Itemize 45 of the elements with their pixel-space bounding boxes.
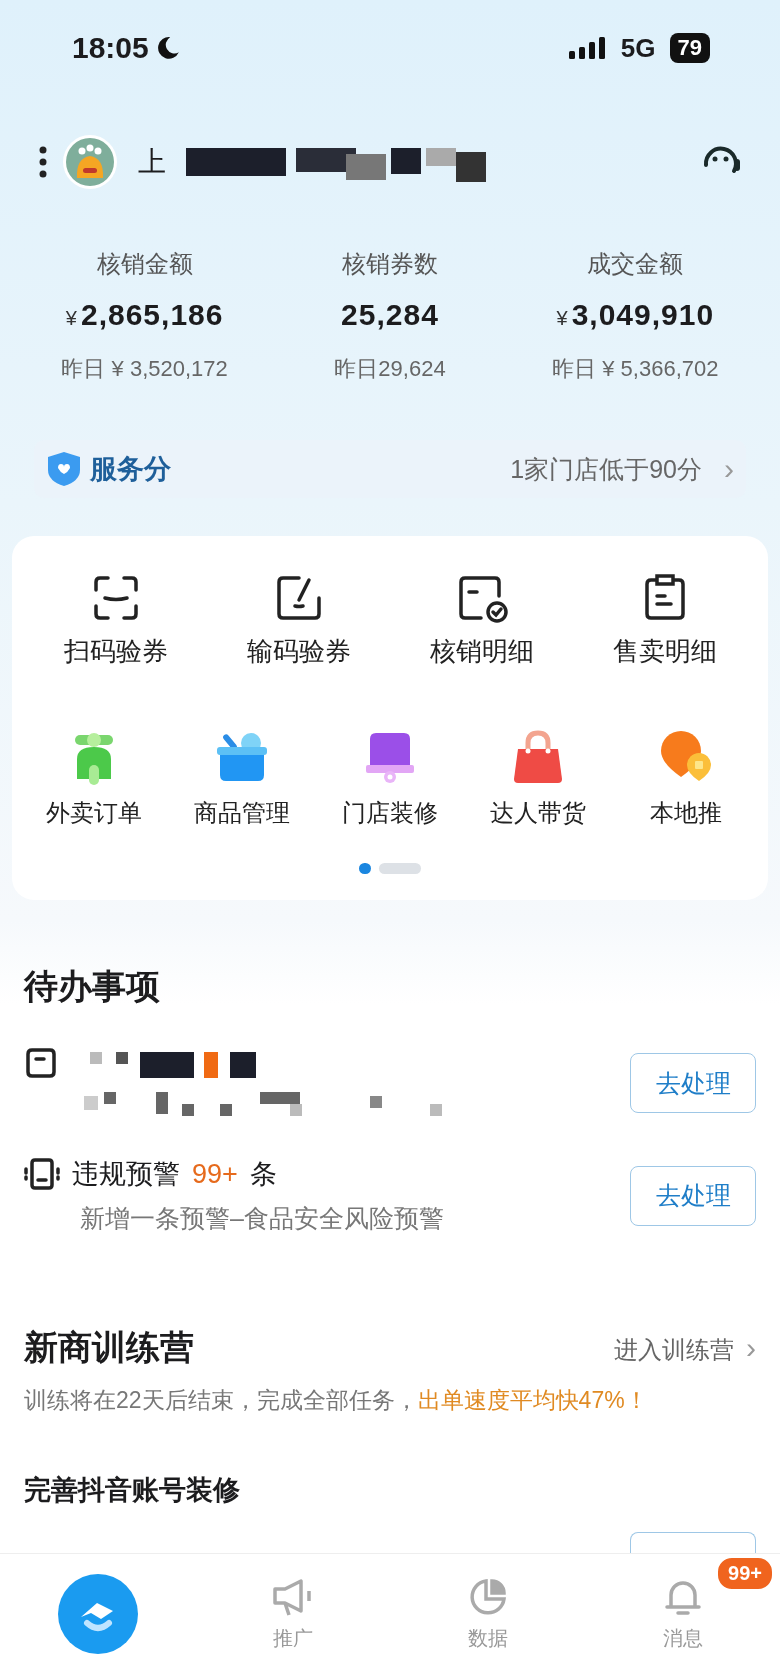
- status-time: 18:05: [72, 31, 149, 65]
- todo-unit: 条: [249, 1158, 277, 1191]
- yesterday-value: 昨日 ¥ 3,520,172: [61, 355, 228, 383]
- stat-label: 成交金额: [587, 249, 684, 279]
- tool-item[interactable]: 达人带货: [464, 729, 612, 829]
- stat-label: 核销券数: [342, 249, 438, 279]
- section-title: 新商训练营: [24, 1327, 194, 1368]
- message-box-icon: [24, 1046, 58, 1080]
- section-title: 待办事项: [24, 966, 161, 1007]
- stat-value: 2,865,186: [81, 298, 224, 332]
- handle-button[interactable]: 去处理: [630, 1053, 756, 1113]
- yesterday-value: 昨日 ¥ 5,366,702: [552, 355, 719, 383]
- tool-item[interactable]: 门店装修: [316, 729, 464, 829]
- todo-subtitle: 新增一条预警–食品安全风险预警: [80, 1203, 444, 1234]
- tool-item[interactable]: 输码验券: [207, 572, 390, 669]
- battery-level: 79: [669, 33, 710, 63]
- yesterday-value: 昨日29,624: [334, 355, 446, 383]
- score-label: 服务分: [90, 453, 171, 486]
- tool-item[interactable]: 核销明细: [390, 572, 573, 669]
- home-logo-icon: [56, 1573, 139, 1655]
- handle-button[interactable]: 去处理: [630, 1165, 756, 1226]
- store-name: 上: [138, 145, 166, 179]
- unread-badge: 99+: [716, 1556, 774, 1591]
- tool-item[interactable]: 扫码验券: [24, 572, 207, 669]
- stat-value: 3,049,910: [571, 298, 715, 332]
- stat-label: 核销金额: [96, 249, 193, 279]
- more-icon[interactable]: [38, 145, 48, 179]
- enter-training-link[interactable]: 进入训练营 ›: [614, 1330, 756, 1366]
- training-note: 训练将在22天后结束，完成全部任务，出单速度平均快47%！: [24, 1386, 649, 1415]
- tool-item[interactable]: 本地推: [612, 729, 760, 829]
- tool-item[interactable]: 售卖明细: [573, 572, 756, 669]
- task-title: 完善抖音账号装修: [24, 1474, 241, 1507]
- pie-chart-icon: [467, 1576, 508, 1617]
- shield-icon: [46, 450, 82, 488]
- todo-count: 99+: [192, 1158, 238, 1190]
- currency-sign: ¥: [556, 307, 568, 330]
- network-label: 5G: [620, 32, 656, 64]
- tool-item[interactable]: 商品管理: [168, 729, 316, 829]
- tool-item[interactable]: 外卖订单: [20, 729, 168, 829]
- avatar[interactable]: [62, 134, 118, 190]
- currency-sign: ¥: [65, 307, 77, 330]
- score-note: 1家门店低于90分: [510, 453, 702, 485]
- todo-title: 违规预警: [72, 1158, 180, 1191]
- stat-value: 25,284: [341, 298, 439, 332]
- chevron-icon: ›: [724, 452, 734, 486]
